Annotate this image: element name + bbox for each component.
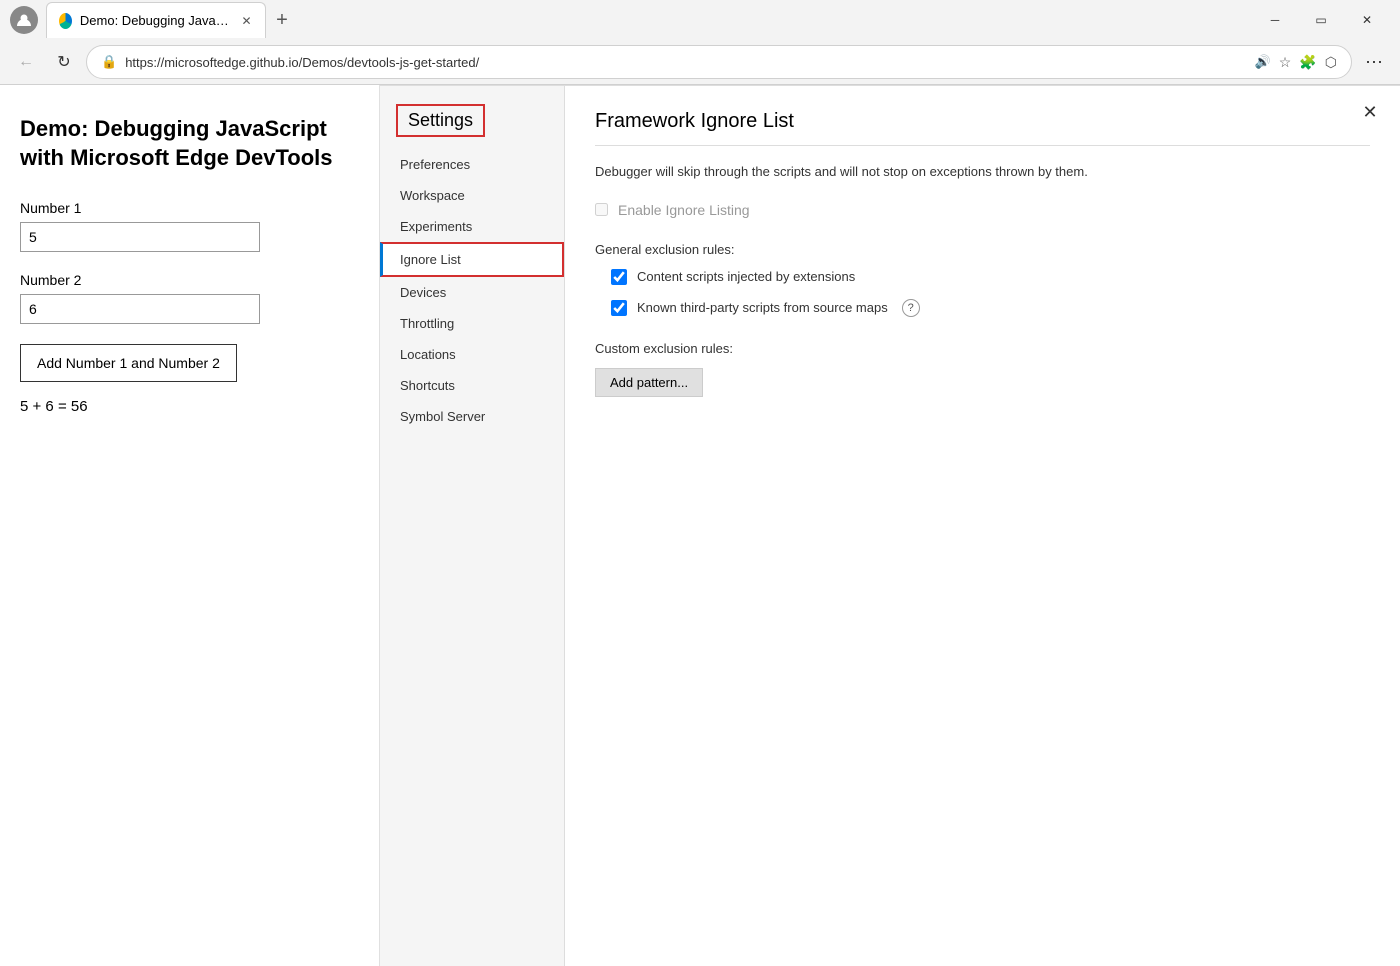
active-tab[interactable]: Demo: Debugging JavaScript wit ✕ [46, 2, 266, 38]
sidebar-item-devices[interactable]: Devices [380, 277, 564, 308]
window-controls: ─ ▭ ✕ [1252, 4, 1390, 36]
sidebar-item-preferences[interactable]: Preferences [380, 149, 564, 180]
page-title: Demo: Debugging JavaScript with Microsof… [20, 115, 359, 172]
experiments-label: Experiments [400, 219, 472, 234]
refresh-button[interactable]: ↻ [48, 46, 80, 78]
tab-favicon [59, 13, 72, 29]
sidebar-item-throttling[interactable]: Throttling [380, 308, 564, 339]
address-bar[interactable]: 🔒 https://microsoftedge.github.io/Demos/… [86, 45, 1352, 79]
third-party-scripts-label: Known third-party scripts from source ma… [637, 300, 888, 315]
sidebar-item-locations[interactable]: Locations [380, 339, 564, 370]
url-text: https://microsoftedge.github.io/Demos/de… [125, 55, 1246, 70]
tab-title: Demo: Debugging JavaScript wit [80, 13, 232, 28]
number2-label: Number 2 [20, 272, 359, 288]
favorites-icon[interactable]: ☆ [1279, 54, 1292, 71]
collections-icon[interactable]: ⬡ [1325, 54, 1337, 71]
sidebar-item-experiments[interactable]: Experiments [380, 211, 564, 242]
devices-label: Devices [400, 285, 446, 300]
third-party-scripts-checkbox[interactable] [611, 300, 627, 316]
read-aloud-icon[interactable]: 🔊 [1255, 54, 1271, 70]
browser-chrome: Demo: Debugging JavaScript wit ✕ + ─ ▭ ✕… [0, 0, 1400, 85]
throttling-label: Throttling [400, 316, 454, 331]
shortcuts-label: Shortcuts [400, 378, 455, 393]
address-bar-icons: 🔊 ☆ 🧩 ⬡ [1255, 54, 1337, 71]
sidebar-item-ignore-list[interactable]: Ignore List [380, 242, 564, 277]
settings-content-panel: ✕ Framework Ignore List Debugger will sk… [565, 86, 1400, 966]
number2-input[interactable] [20, 294, 260, 324]
custom-exclusions-section: Custom exclusion rules: Add pattern... [595, 341, 1370, 397]
minimize-button[interactable]: ─ [1252, 4, 1298, 36]
more-tools-button[interactable]: ⋯ [1358, 46, 1390, 78]
content-scripts-label: Content scripts injected by extensions [637, 269, 855, 284]
lock-icon: 🔒 [101, 54, 117, 70]
settings-close-button[interactable]: ✕ [1356, 98, 1384, 126]
sidebar-item-symbol-server[interactable]: Symbol Server [380, 401, 564, 432]
ignore-list-label: Ignore List [400, 252, 461, 267]
preferences-label: Preferences [400, 157, 470, 172]
add-pattern-button[interactable]: Add pattern... [595, 368, 703, 397]
restore-button[interactable]: ▭ [1298, 4, 1344, 36]
toolbar-icons: ⋯ [1358, 46, 1390, 78]
enable-ignore-listing-checkbox[interactable] [595, 203, 608, 216]
extensions-icon[interactable]: 🧩 [1299, 54, 1316, 71]
workspace-label: Workspace [400, 188, 465, 203]
symbol-server-label: Symbol Server [400, 409, 485, 424]
enable-ignore-listing-label: Enable Ignore Listing [618, 202, 750, 218]
result-text: 5 + 6 = 56 [20, 398, 359, 415]
content-scripts-row: Content scripts injected by extensions [611, 269, 1370, 285]
settings-sidebar: Settings Preferences Workspace Experimen… [380, 86, 565, 966]
content-scripts-checkbox[interactable] [611, 269, 627, 285]
settings-title-wrap: Settings [380, 96, 564, 149]
close-button[interactable]: ✕ [1344, 4, 1390, 36]
back-button[interactable]: ← [10, 46, 42, 78]
settings-description: Debugger will skip through the scripts a… [595, 162, 1370, 182]
add-button[interactable]: Add Number 1 and Number 2 [20, 344, 237, 382]
custom-exclusions-label: Custom exclusion rules: [595, 341, 1370, 356]
settings-title[interactable]: Settings [396, 104, 485, 137]
new-tab-button[interactable]: + [266, 4, 298, 36]
title-bar: Demo: Debugging JavaScript wit ✕ + ─ ▭ ✕ [0, 0, 1400, 40]
number1-label: Number 1 [20, 200, 359, 216]
sidebar-item-shortcuts[interactable]: Shortcuts [380, 370, 564, 401]
third-party-scripts-row: Known third-party scripts from source ma… [611, 299, 1370, 317]
webpage-panel: Demo: Debugging JavaScript with Microsof… [0, 85, 380, 966]
settings-overlay: Settings Preferences Workspace Experimen… [380, 85, 1400, 966]
settings-divider [595, 145, 1370, 146]
locations-label: Locations [400, 347, 456, 362]
sidebar-item-workspace[interactable]: Workspace [380, 180, 564, 211]
profile-icon[interactable] [10, 6, 38, 34]
enable-ignore-listing-row: Enable Ignore Listing [595, 202, 1370, 218]
devtools-panel: Settings Preferences Workspace Experimen… [380, 85, 1400, 966]
number1-input[interactable] [20, 222, 260, 252]
settings-content-title: Framework Ignore List [595, 110, 1370, 133]
address-bar-row: ← ↻ 🔒 https://microsoftedge.github.io/De… [0, 40, 1400, 84]
page-content: Demo: Debugging JavaScript with Microsof… [0, 85, 1400, 966]
tab-close-button[interactable]: ✕ [240, 13, 253, 29]
help-icon[interactable]: ? [902, 299, 920, 317]
general-exclusions-label: General exclusion rules: [595, 242, 1370, 257]
